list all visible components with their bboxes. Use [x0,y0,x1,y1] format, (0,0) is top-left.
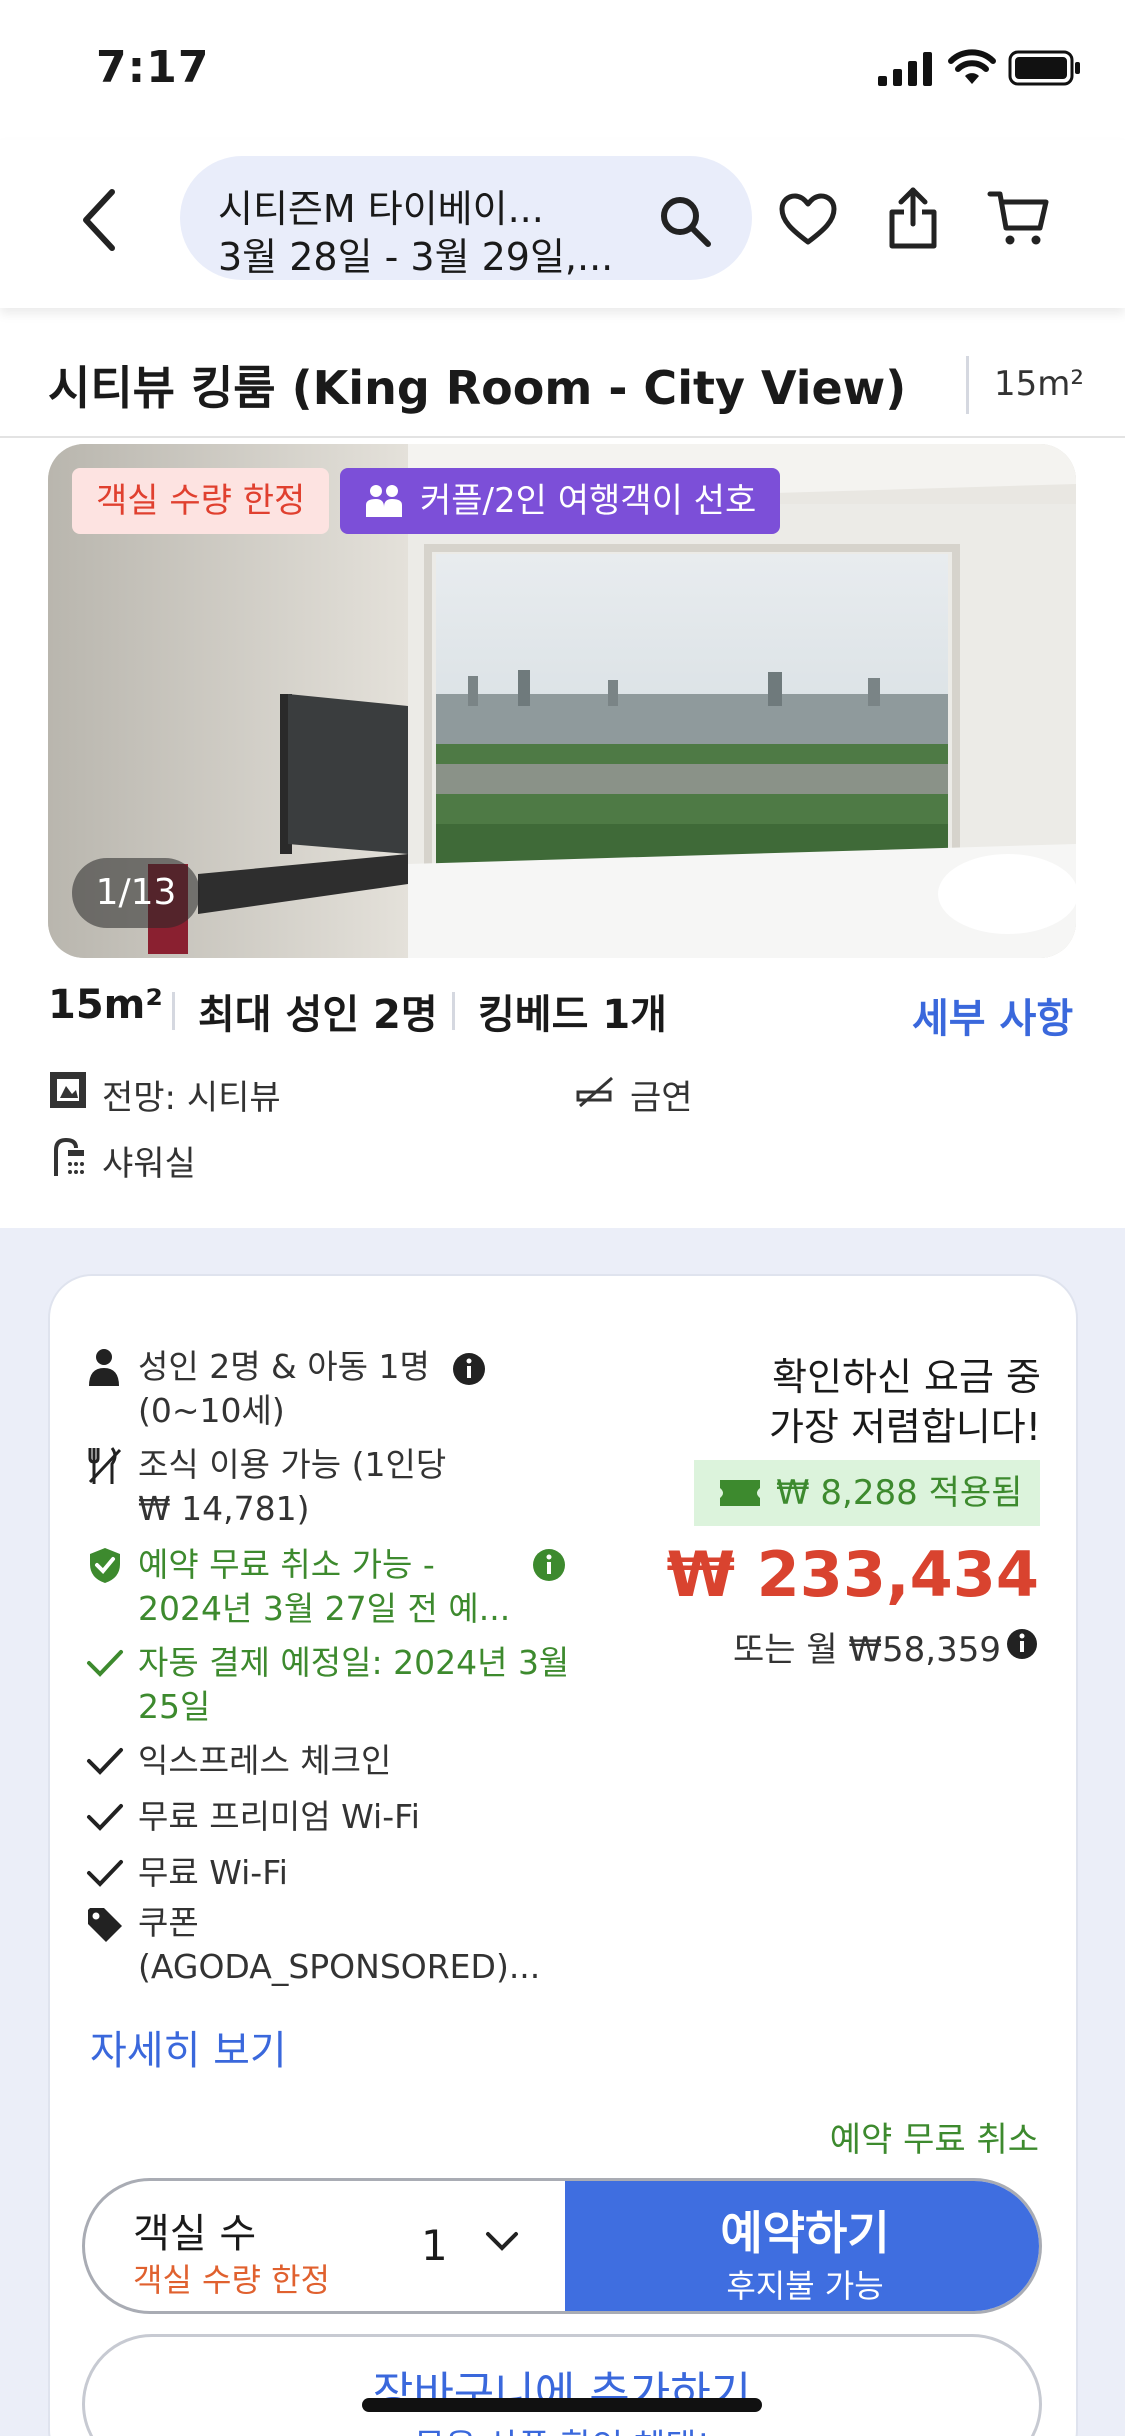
info-icon[interactable] [1006,1628,1038,1660]
see-more-link[interactable]: 자세히 보기 [90,2018,287,2076]
battery-icon [1008,50,1080,86]
autopay-date: 25일 [138,1687,211,1726]
add-to-cart-button[interactable]: 장바구니에 추가하기 묶음 상품 할인 혜택! [82,2334,1042,2436]
ticket-icon [720,1480,760,1506]
shower-icon [54,1137,84,1176]
feature-non-smoking: 금연 [630,1078,693,1118]
coupon-label: 쿠폰 [138,1903,199,1942]
express-checkin-text: 익스프레스 체크인 [138,1741,392,1780]
info-icon[interactable] [452,1352,486,1386]
spec-size: 15m² [48,982,163,1028]
info-icon[interactable] [532,1548,566,1582]
limited-rooms-badge: 객실 수량 한정 [72,468,330,534]
search-pill[interactable]: 시티즌M 타이베이... 3월 28일 - 3월 29일,... [180,156,752,280]
breakfast-text: 조식 이용 가능 (1인당 [138,1445,447,1484]
free-cancellation-date: 2024년 3월 27일 전 예... [138,1589,511,1628]
breakfast-price: ₩ 14,781) [138,1489,310,1528]
price: ₩ 233,434 [666,1538,1039,1611]
room-size: 15m² [994,364,1085,404]
status-bar: 7:17 [0,0,1125,140]
coupon-code: (AGODA_SPONSORED)... [138,1947,541,1986]
details-link[interactable]: 세부 사항 [912,986,1073,1044]
coupon-applied-badge: ₩ 8,288 적용됨 [694,1460,1040,1526]
divider [966,356,969,414]
room-quantity-select[interactable]: 1 [421,2221,448,2270]
room-photo[interactable]: 객실 수량 한정 커플/2인 여행객이 선호 1/13 [48,444,1076,958]
breakfast-icon [88,1447,122,1484]
back-icon[interactable] [78,188,118,252]
couple-icon [366,485,402,517]
shield-check-icon [90,1548,120,1583]
check-icon [87,1748,123,1775]
cheapest-text-2: 가장 저렴합니다! [768,1405,1041,1449]
view-icon [50,1072,86,1108]
premium-wifi-text: 무료 프리미엄 Wi-Fi [138,1797,420,1836]
photo-counter: 1/13 [72,858,200,928]
free-cancellation-text: 예약 무료 취소 가능 - [138,1545,435,1584]
book-button-sub: 후지불 가능 [726,2267,884,2305]
booking-control: 객실 수 객실 수량 한정 1 예약하기 후지불 가능 [82,2178,1042,2314]
guests-text-2: (0~10세) [138,1391,285,1430]
spec-capacity: 최대 성인 2명 [198,992,438,1038]
wifi-icon [948,49,996,84]
rooms-limited-note: 객실 수량 한정 [133,2261,330,2299]
signal-icon [878,52,932,86]
wifi-text: 무료 Wi-Fi [138,1853,288,1892]
room-title: 시티뷰 킹룸 (King Room - City View) [48,361,907,415]
guests-text: 성인 2명 & 아동 1명 [138,1347,430,1386]
couple-badge-label: 커플/2인 여행객이 선호 [420,481,757,521]
check-icon [87,1804,123,1831]
share-icon[interactable] [886,184,940,250]
spec-bed: 킹베드 1개 [478,992,667,1038]
check-icon [87,1860,123,1887]
check-icon [87,1650,123,1677]
search-dates: 3월 28일 - 3월 29일,... [218,235,614,279]
top-nav: 시티즌M 타이베이... 3월 28일 - 3월 29일,... [0,140,1125,308]
feature-view: 전망: 시티뷰 [102,1078,281,1118]
search-hotel-name: 시티즌M 타이베이... [218,187,544,231]
book-button[interactable]: 예약하기 후지불 가능 [565,2181,1039,2311]
monthly-price: 또는 월 ₩58,359 [732,1630,1001,1670]
rooms-label: 객실 수 [133,2211,257,2257]
tag-icon [88,1908,122,1942]
no-smoking-icon [576,1076,613,1108]
search-icon[interactable] [658,194,714,250]
cart-icon[interactable] [986,188,1050,248]
bundle-discount-note: 묶음 상품 할인 혜택! [85,2419,1039,2436]
chevron-down-icon[interactable] [485,2231,519,2253]
room-header: 시티뷰 킹룸 (King Room - City View) 15m² [0,308,1125,438]
divider [452,992,455,1030]
cheapest-text: 확인하신 요금 중 [772,1355,1041,1399]
book-button-label: 예약하기 [720,2206,890,2260]
autopay-text: 자동 결제 예정일: 2024년 3월 [138,1643,570,1682]
coupon-applied-text: ₩ 8,288 적용됨 [776,1473,1023,1513]
feature-shower: 샤워실 [102,1144,196,1184]
status-time: 7:17 [96,42,210,93]
heart-icon[interactable] [778,192,838,248]
couple-preferred-badge: 커플/2인 여행객이 선호 [340,468,781,534]
free-cancel-note: 예약 무료 취소 [829,2120,1039,2160]
person-icon [89,1349,119,1386]
divider [172,992,175,1030]
home-indicator [362,2398,762,2412]
